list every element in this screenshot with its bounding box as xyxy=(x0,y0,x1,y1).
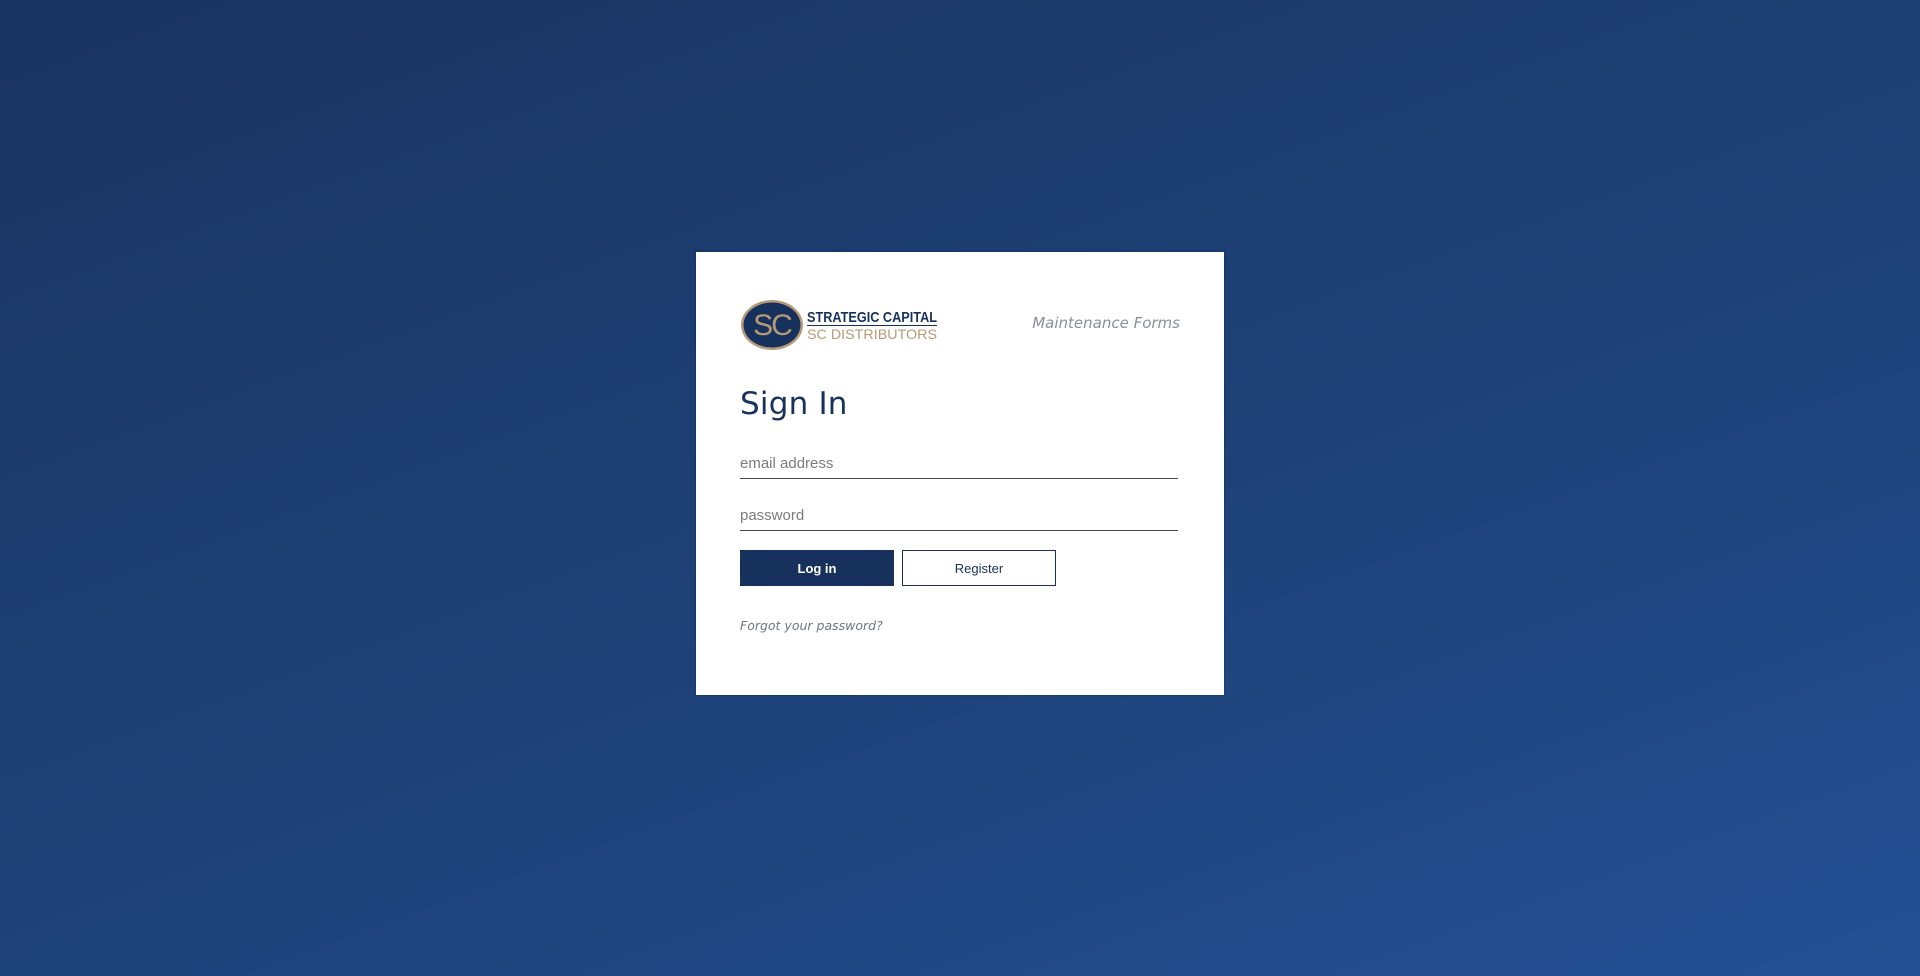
login-card: SC STRATEGIC CAPITAL SC DISTRIBUTORS Mai… xyxy=(696,252,1224,695)
company-logo: SC STRATEGIC CAPITAL SC DISTRIBUTORS xyxy=(741,300,937,350)
password-field[interactable] xyxy=(740,501,1178,531)
svg-text:SC: SC xyxy=(753,309,792,342)
svg-text:STRATEGIC CAPITAL: STRATEGIC CAPITAL xyxy=(807,309,937,326)
login-button[interactable]: Log in xyxy=(740,550,894,586)
app-name: Maintenance Forms xyxy=(1032,314,1180,332)
register-button[interactable]: Register xyxy=(902,550,1056,586)
email-field[interactable] xyxy=(740,449,1178,479)
svg-text:SC DISTRIBUTORS: SC DISTRIBUTORS xyxy=(807,326,937,342)
forgot-password-link[interactable]: Forgot your password? xyxy=(740,618,883,633)
page-title: Sign In xyxy=(740,386,848,422)
